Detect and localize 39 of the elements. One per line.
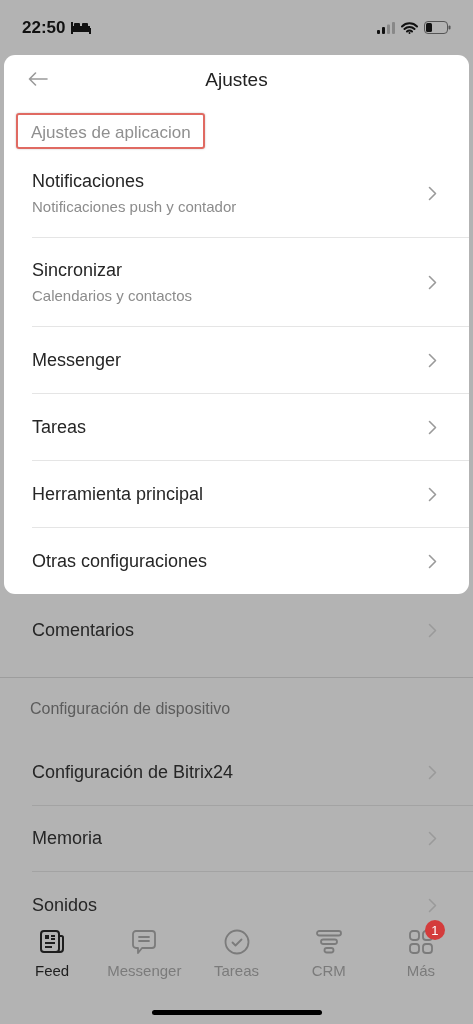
signal-icon — [377, 21, 395, 34]
list-item-title[interactable]: Configuración de Bitrix24 — [32, 762, 428, 783]
sheet-title: Ajustes — [205, 69, 268, 91]
chevron-icon — [428, 897, 437, 913]
settings-item-title[interactable]: Messenger — [32, 349, 428, 371]
settings-item-title[interactable]: Tareas — [32, 416, 428, 438]
chevron-icon — [428, 352, 437, 368]
tab-item[interactable]: Feed — [6, 918, 99, 979]
chevron-icon — [428, 553, 437, 569]
chevron-icon — [428, 622, 437, 638]
chevron-icon — [428, 419, 437, 435]
settings-item-title[interactable]: Otras configuraciones — [32, 550, 428, 572]
settings-item-title[interactable]: Sincronizar — [32, 260, 428, 281]
list-item-title[interactable]: Sonidos — [32, 894, 428, 916]
wifi-icon — [401, 21, 418, 34]
tab-item[interactable]: 1 Más — [374, 918, 467, 979]
section-header: Configuración de dispositivo — [30, 700, 231, 718]
settings-item-subtitle: Notificaciones push y contador — [32, 198, 238, 215]
notification-badge: 1 — [424, 920, 445, 940]
chevron-icon — [428, 486, 437, 502]
back-icon[interactable] — [28, 72, 48, 86]
newspaper-icon — [39, 929, 66, 955]
chevron-icon — [428, 274, 437, 290]
battery-icon — [424, 21, 451, 34]
settings-item-title[interactable]: Notificaciones — [32, 171, 428, 192]
section-label: Ajustes de aplicacion — [16, 113, 205, 149]
chat-icon — [131, 929, 158, 955]
grid-icon — [408, 930, 433, 954]
list-item-title[interactable]: Comentarios — [32, 619, 428, 641]
chevron-icon — [428, 765, 437, 780]
check-circle-icon — [223, 929, 250, 955]
settings-item-title[interactable]: Herramienta principal — [32, 483, 428, 505]
settings-item-subtitle: Calendarios y contactos — [32, 287, 194, 304]
list-item-title[interactable]: Memoria — [32, 828, 428, 849]
bed-icon — [71, 21, 92, 34]
status-time: 22:50 — [22, 17, 66, 38]
chevron-icon — [428, 185, 437, 201]
funnel-icon — [315, 930, 342, 954]
chevron-icon — [428, 831, 437, 846]
